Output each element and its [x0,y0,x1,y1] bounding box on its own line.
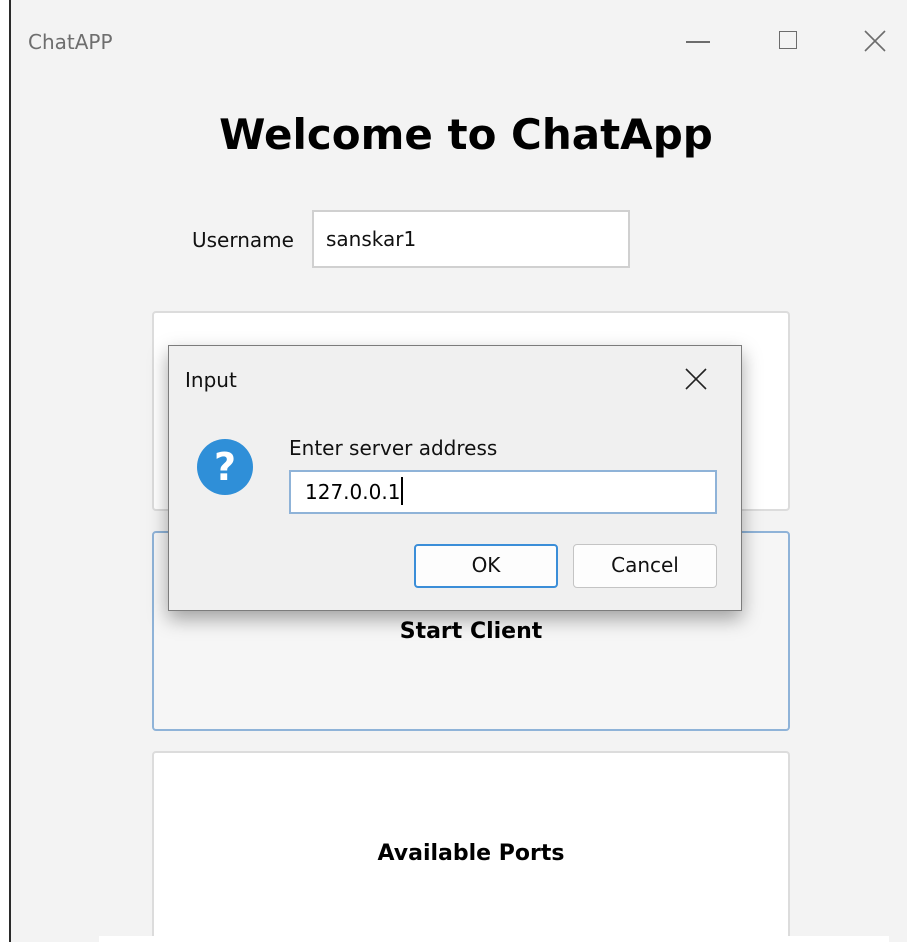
username-label: Username [192,228,294,252]
server-address-value: 127.0.0.1 [305,480,401,504]
server-address-input[interactable]: 127.0.0.1 [289,470,717,514]
minimize-button[interactable] [678,22,720,62]
dialog-title: Input [185,368,237,392]
input-dialog: Input ? Enter server address 127.0.0.1 O… [168,345,742,611]
svg-text:?: ? [214,445,236,489]
ok-button[interactable]: OK [414,544,558,588]
dialog-prompt: Enter server address [289,436,498,460]
text-caret [401,477,404,505]
close-icon [864,30,886,52]
screen: ChatAPP Welcome to ChatApp Username sans… [0,0,907,942]
maximize-icon [779,31,797,49]
close-button[interactable] [854,22,896,62]
close-icon [685,368,707,390]
maximize-button[interactable] [769,22,811,62]
minimize-icon [686,41,710,43]
available-ports-label: Available Ports [377,841,565,866]
cancel-button[interactable]: Cancel [573,544,717,588]
title-bar[interactable]: ChatAPP [11,0,907,84]
window-title: ChatAPP [28,30,113,54]
available-ports-button[interactable]: Available Ports [152,751,790,942]
start-client-label: Start Client [399,619,543,644]
dialog-close-button[interactable] [681,364,711,394]
bottom-strip [99,936,889,942]
username-input[interactable]: sanskar1 [312,210,630,268]
welcome-heading: Welcome to ChatApp [219,110,713,159]
question-icon: ? [197,439,253,495]
